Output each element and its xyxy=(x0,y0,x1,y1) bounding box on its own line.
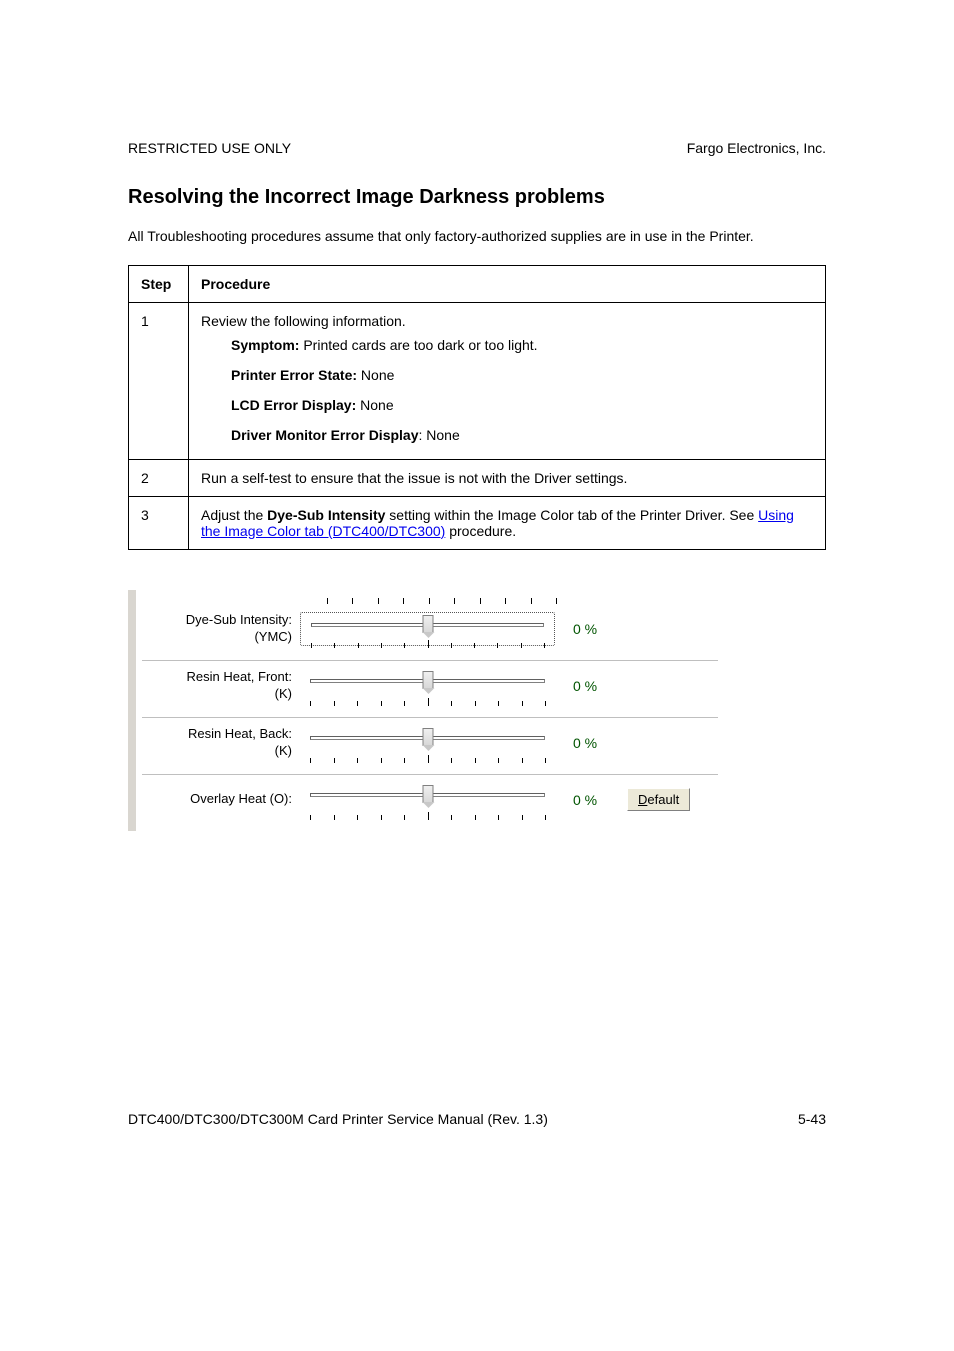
slider-value: 0 % xyxy=(555,735,615,751)
default-button[interactable]: Default xyxy=(627,788,690,811)
slider-value: 0 % xyxy=(555,621,615,637)
driver-monitor-line: Driver Monitor Error Display: None xyxy=(231,427,813,443)
text-prefix: Adjust the xyxy=(201,507,267,523)
slider-row-resin-front: Resin Heat, Front: (K) 0 % xyxy=(142,661,718,718)
header-left: RESTRICTED USE ONLY xyxy=(128,140,291,156)
page-header: RESTRICTED USE ONLY Fargo Electronics, I… xyxy=(128,140,826,156)
intro-paragraph: All Troubleshooting procedures assume th… xyxy=(128,227,826,247)
slider-ticks xyxy=(311,637,544,645)
col-header-procedure: Procedure xyxy=(189,265,826,302)
bold-term: Dye-Sub Intensity xyxy=(267,507,385,523)
slider-ticks xyxy=(310,809,545,817)
header-right: Fargo Electronics, Inc. xyxy=(687,140,826,156)
slider-value: 0 % xyxy=(555,678,615,694)
row-label: Overlay Heat (O): xyxy=(142,791,300,807)
step-number: 2 xyxy=(129,459,189,496)
page-footer: DTC400/DTC300/DTC300M Card Printer Servi… xyxy=(128,1111,826,1127)
step-number: 3 xyxy=(129,496,189,549)
dye-sub-slider[interactable] xyxy=(300,612,555,646)
slider-thumb[interactable] xyxy=(422,728,433,746)
driver-monitor-label: Driver Monitor Error Display xyxy=(231,427,419,443)
overlay-slider[interactable] xyxy=(300,783,555,817)
slider-row-overlay: Overlay Heat (O): 0 % Default xyxy=(142,775,718,831)
text-suffix: procedure. xyxy=(445,523,516,539)
printer-error-line: Printer Error State: None xyxy=(231,367,813,383)
label-bottom: (K) xyxy=(275,743,292,758)
footer-left: DTC400/DTC300/DTC300M Card Printer Servi… xyxy=(128,1111,548,1127)
col-header-step: Step xyxy=(129,265,189,302)
row-label: Dye-Sub Intensity: (YMC) xyxy=(142,612,300,645)
symptom-line: Symptom: Printed cards are too dark or t… xyxy=(231,337,813,353)
label-top: Resin Heat, Back: xyxy=(188,726,292,741)
step-content: Review the following information. Sympto… xyxy=(189,302,826,459)
slider-ticks xyxy=(310,695,545,703)
printer-error-label: Printer Error State: xyxy=(231,367,357,383)
symptom-label: Symptom: xyxy=(231,337,299,353)
footer-right: 5-43 xyxy=(798,1111,826,1127)
settings-panel: Dye-Sub Intensity: (YMC) 0 % Resin Heat,… xyxy=(128,590,718,831)
driver-monitor-text: : None xyxy=(419,427,460,443)
text-mid: setting within the Image Color tab of th… xyxy=(385,507,758,523)
step-number: 1 xyxy=(129,302,189,459)
label-top: Dye-Sub Intensity: xyxy=(186,612,292,627)
top-ticks xyxy=(314,590,569,604)
table-row: 2 Run a self-test to ensure that the iss… xyxy=(129,459,826,496)
default-button-text: efault xyxy=(647,792,679,807)
table-row: 1 Review the following information. Symp… xyxy=(129,302,826,459)
review-line: Review the following information. xyxy=(201,313,813,329)
lcd-error-line: LCD Error Display: None xyxy=(231,397,813,413)
slider-thumb[interactable] xyxy=(422,671,433,689)
table-row: 3 Adjust the Dye-Sub Intensity setting w… xyxy=(129,496,826,549)
step-content: Run a self-test to ensure that the issue… xyxy=(189,459,826,496)
section-title: Resolving the Incorrect Image Darkness p… xyxy=(128,186,826,209)
default-button-accel: D xyxy=(638,792,647,807)
slider-ticks xyxy=(310,752,545,760)
row-label: Resin Heat, Back: (K) xyxy=(142,726,300,759)
resin-back-slider[interactable] xyxy=(300,726,555,760)
lcd-error-text: None xyxy=(356,397,393,413)
step-content: Adjust the Dye-Sub Intensity setting wit… xyxy=(189,496,826,549)
symptom-text: Printed cards are too dark or too light. xyxy=(299,337,537,353)
slider-thumb[interactable] xyxy=(422,785,433,803)
label-top: Overlay Heat (O): xyxy=(190,791,292,806)
printer-error-text: None xyxy=(357,367,394,383)
label-top: Resin Heat, Front: xyxy=(187,669,293,684)
resin-front-slider[interactable] xyxy=(300,669,555,703)
slider-value: 0 % xyxy=(555,792,615,808)
slider-thumb[interactable] xyxy=(422,615,433,633)
row-label: Resin Heat, Front: (K) xyxy=(142,669,300,702)
label-bottom: (K) xyxy=(275,686,292,701)
slider-row-resin-back: Resin Heat, Back: (K) 0 % xyxy=(142,718,718,775)
lcd-error-label: LCD Error Display: xyxy=(231,397,356,413)
procedure-table: Step Procedure 1 Review the following in… xyxy=(128,265,826,550)
label-bottom: (YMC) xyxy=(254,629,292,644)
slider-row-dye-sub: Dye-Sub Intensity: (YMC) 0 % xyxy=(142,604,718,661)
